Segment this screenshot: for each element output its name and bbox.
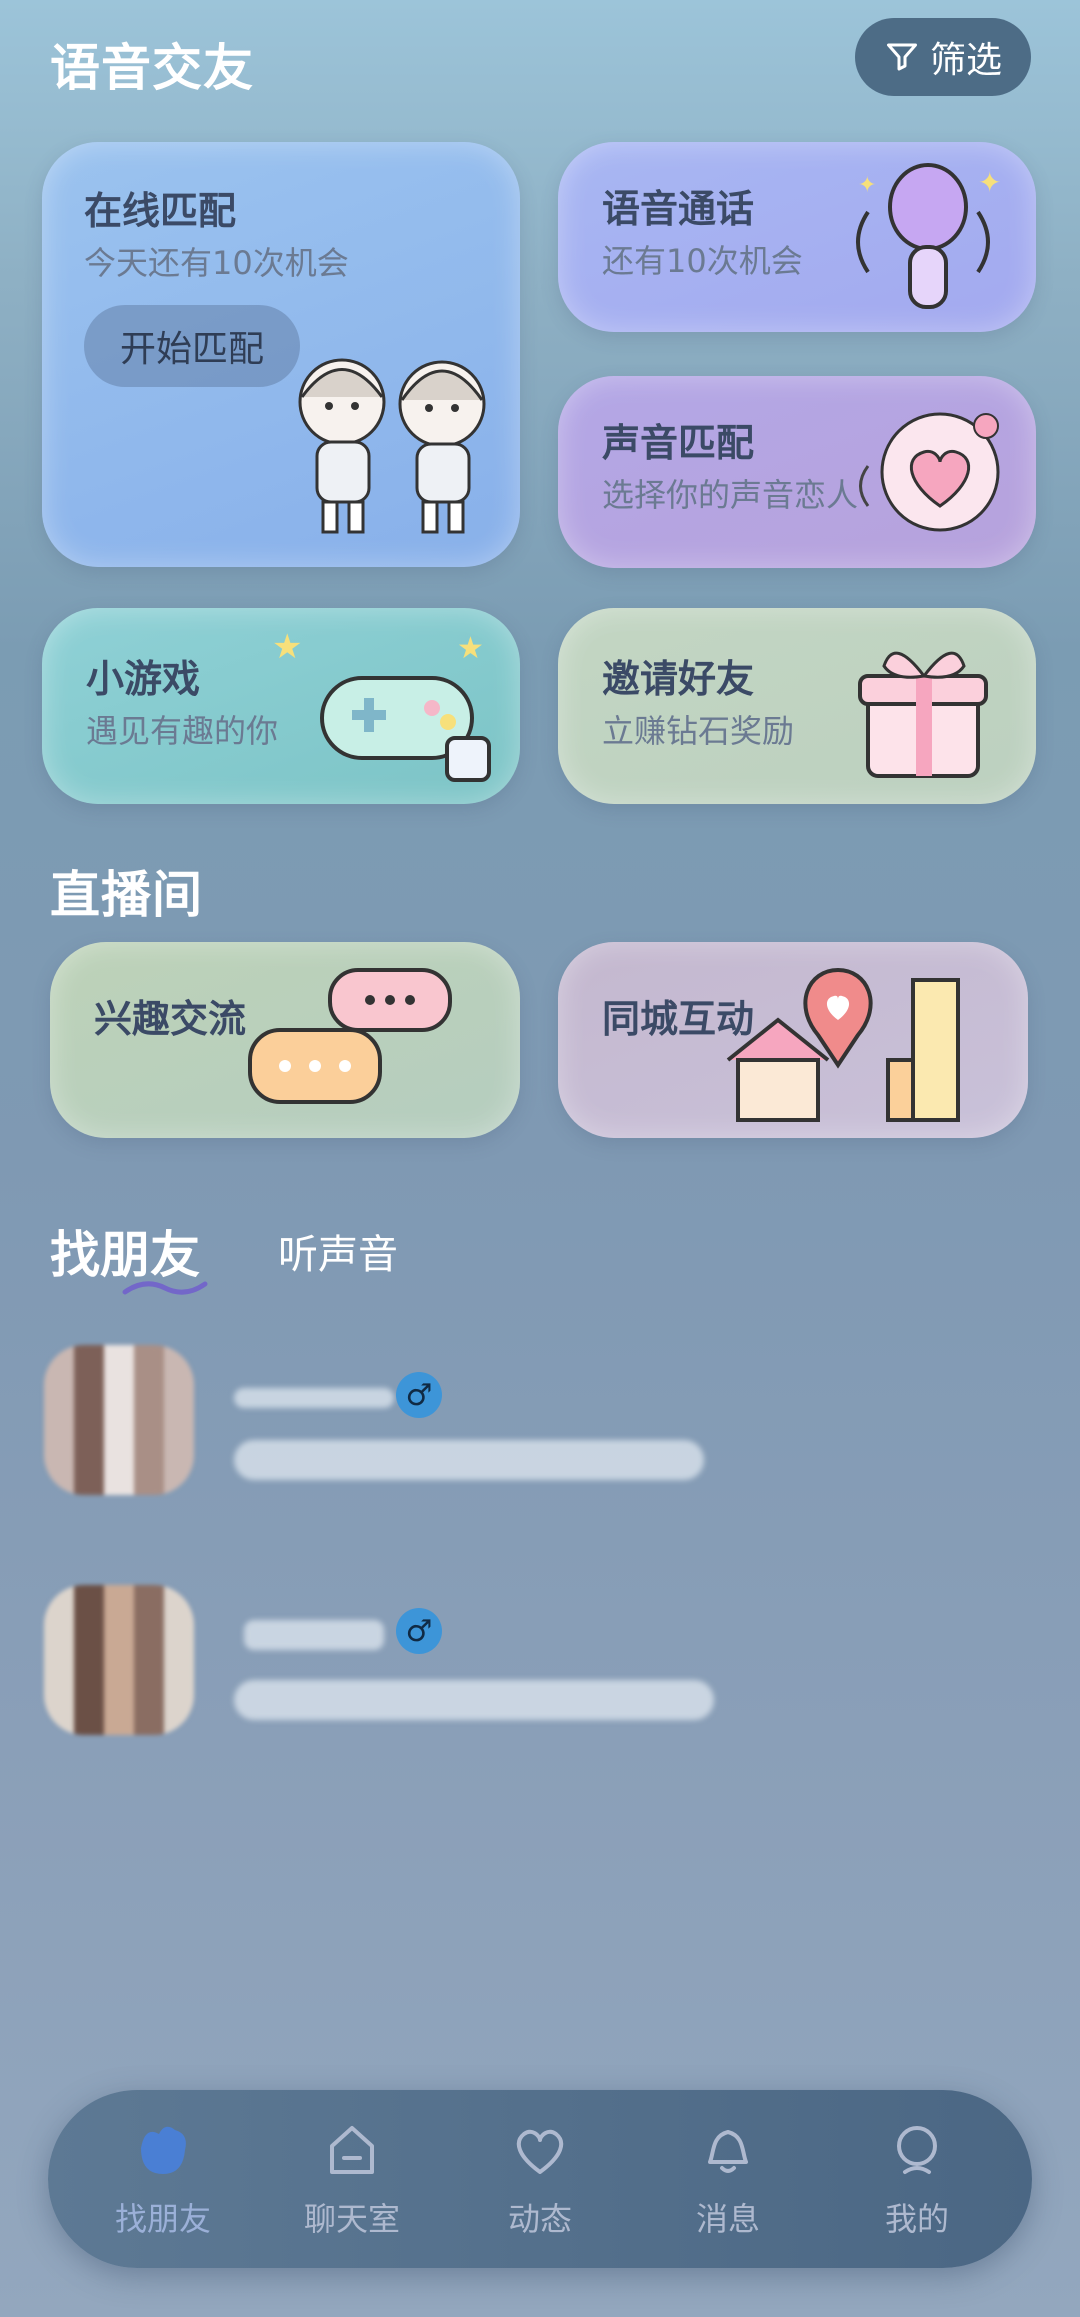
male-gender-icon: ♂ [396,1608,442,1654]
avatar[interactable] [44,1345,194,1495]
blurred-username [234,1388,394,1408]
start-match-button[interactable]: 开始匹配 [84,305,300,387]
avatar[interactable] [44,1585,194,1735]
nav-profile[interactable]: 我的 [842,2118,992,2240]
mini-game-card[interactable]: 小游戏 遇见有趣的你 ★ ★ [42,608,520,804]
nav-moments[interactable]: 动态 [465,2118,615,2240]
invite-title: 邀请好友 [602,657,755,701]
svg-text:✦: ✦ [858,173,876,198]
city-location-icon [726,967,960,1122]
couple-illustration [298,358,486,534]
home-blob-icon [141,2126,186,2174]
gamepad-icon: ★ ★ [272,627,491,782]
blurred-username [244,1620,384,1650]
mini-game-subtitle: 遇见有趣的你 [86,712,279,750]
online-match-card[interactable]: 在线匹配 今天还有10次机会 开始匹配 [42,142,520,567]
voice-match-subtitle: 选择你的声音恋人 [602,476,859,514]
active-tab-underline [122,1281,208,1295]
mini-game-title: 小游戏 [86,657,201,701]
voice-call-title: 语音通话 [602,187,755,231]
nav-chatroom[interactable]: 聊天室 [277,2118,427,2240]
bell-icon [708,2130,748,2173]
online-match-title: 在线匹配 [84,189,237,233]
page-title: 语音交友 [50,39,254,97]
gift-icon [858,651,988,778]
list-item[interactable]: ♂ [44,1580,1034,1760]
blurred-bio [234,1680,714,1720]
voice-call-subtitle: 还有10次机会 [602,242,803,280]
house-icon [330,2126,374,2174]
voice-match-title: 声音匹配 [602,421,755,465]
live-section-title: 直播间 [50,866,203,924]
nav-label: 聊天室 [303,2200,400,2238]
profile-icon [897,2126,937,2174]
svg-text:★: ★ [457,631,484,666]
local-room-card[interactable]: 同城互动 [558,942,1028,1138]
nav-label: 动态 [507,2200,572,2238]
interest-room-title: 兴趣交流 [94,997,247,1041]
heart-icon [516,2129,564,2174]
blurred-bio [234,1440,704,1480]
filter-button[interactable]: 筛选 [855,18,1031,96]
voice-match-card[interactable]: 声音匹配 选择你的声音恋人 [558,376,1036,568]
filter-icon [886,43,917,71]
bottom-nav: 找朋友 聊天室 动态 消息 我的 [48,2090,1032,2268]
nav-find-friends[interactable]: 找朋友 [88,2118,238,2240]
male-gender-icon: ♂ [396,1372,442,1418]
invite-subtitle: 立赚钻石奖励 [602,712,795,750]
svg-text:✦: ✦ [978,166,1001,199]
online-match-subtitle: 今天还有10次机会 [84,244,349,282]
tab-listen-voice[interactable]: 听声音 [278,1222,398,1280]
nav-label: 我的 [884,2200,949,2238]
tab-find-friends[interactable]: 找朋友 [50,1215,200,1287]
voice-call-card[interactable]: 语音通话 还有10次机会 ✦ ✦ [558,142,1036,332]
microphone-icon: ✦ ✦ [856,163,1001,309]
svg-text:★: ★ [272,627,302,667]
chat-bubbles-icon [248,968,452,1104]
nav-label: 消息 [695,2200,760,2238]
nav-label: 找朋友 [114,2200,211,2238]
filter-label: 筛选 [929,40,1002,81]
heart-bubble-icon [859,412,1000,532]
list-item[interactable]: ♂ [44,1340,1034,1520]
nav-messages[interactable]: 消息 [653,2118,803,2240]
interest-room-card[interactable]: 兴趣交流 [50,942,520,1138]
invite-friends-card[interactable]: 邀请好友 立赚钻石奖励 [558,608,1036,804]
